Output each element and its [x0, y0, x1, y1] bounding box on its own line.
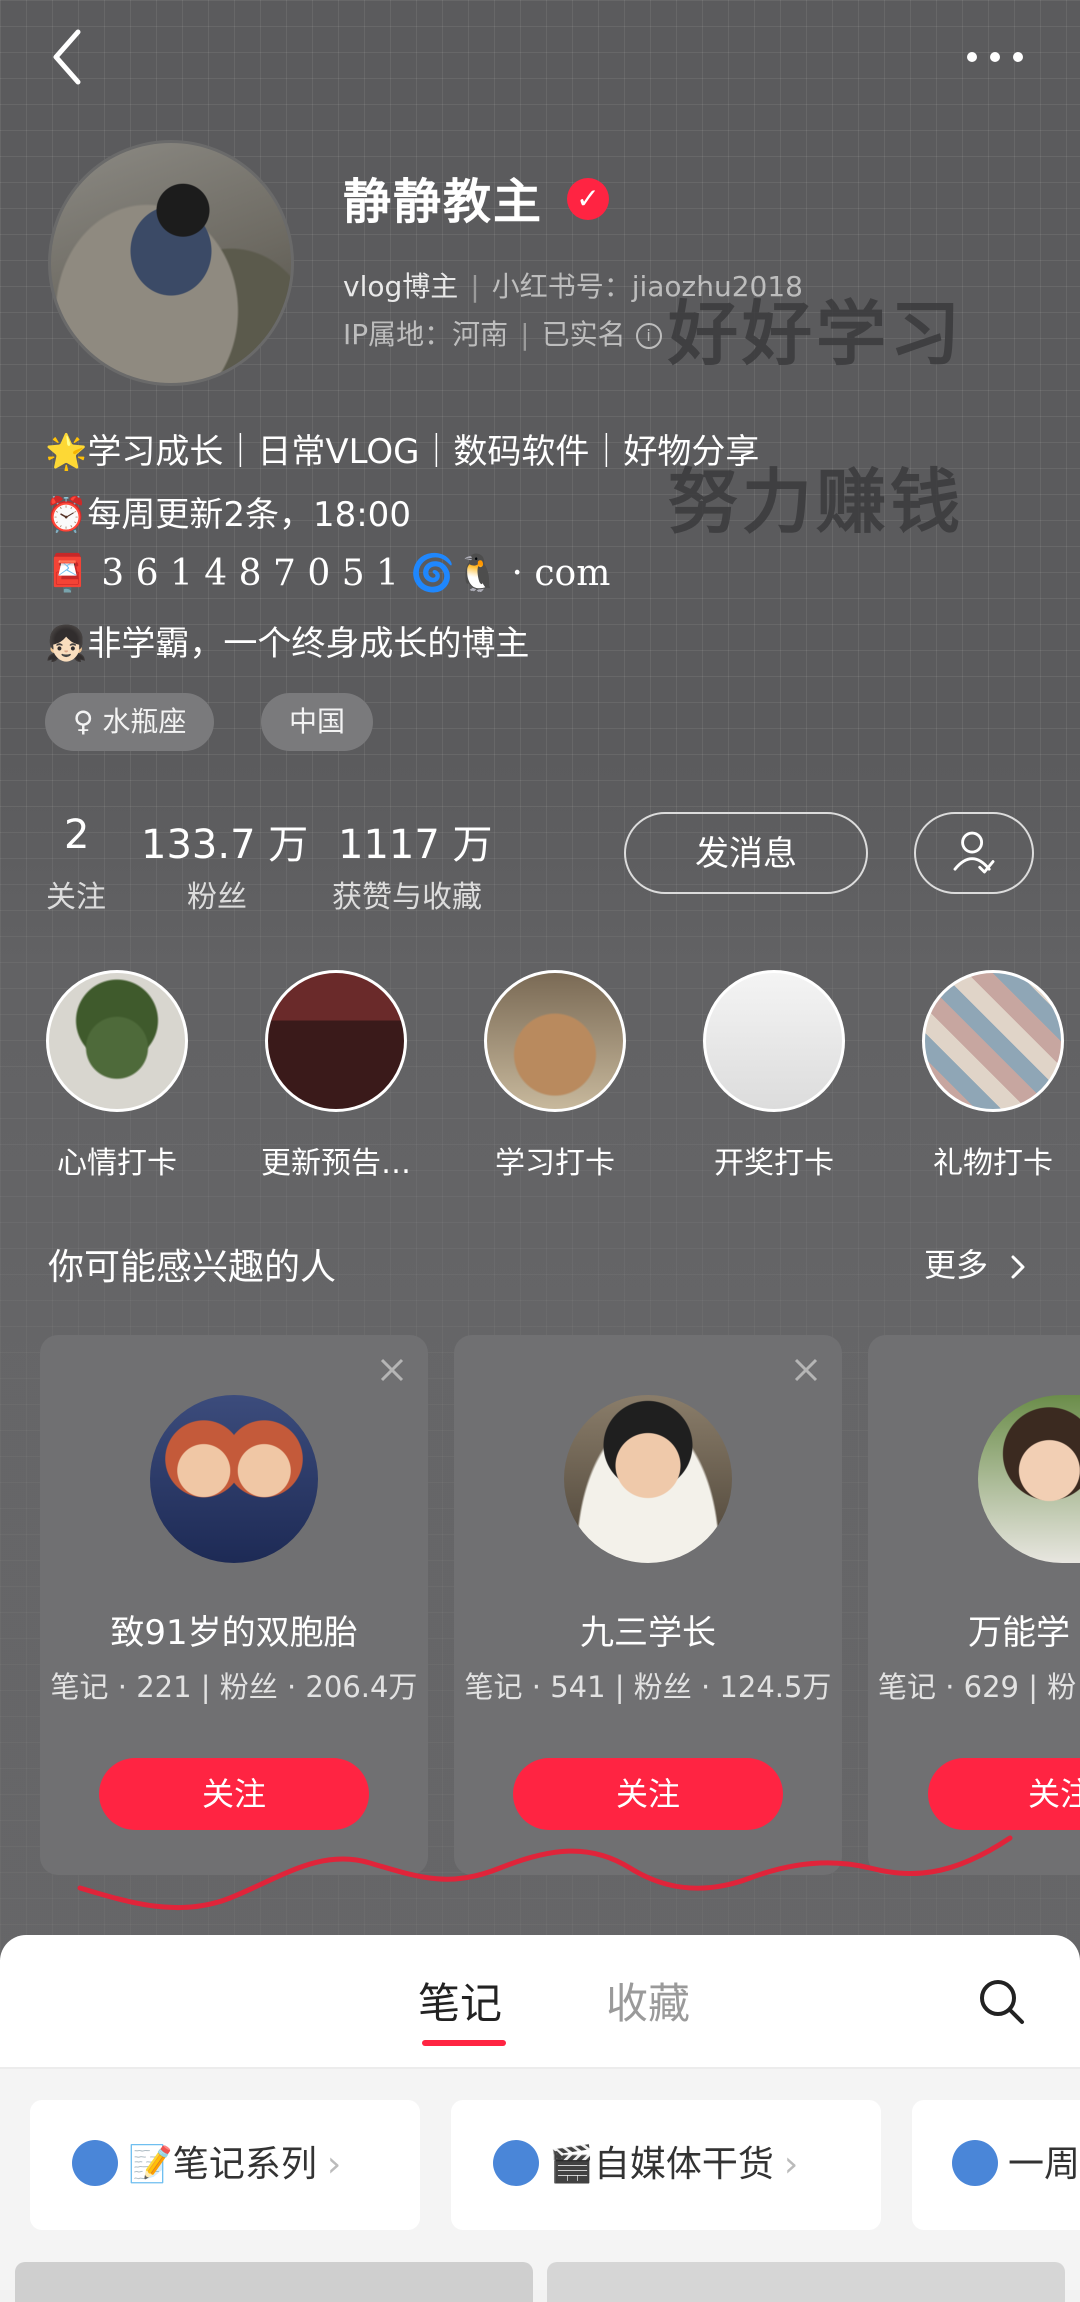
realname-label: 已实名: [541, 318, 626, 351]
bio-line-2: ⏰每周更新2条，18:00: [45, 495, 411, 535]
profile-ip-line: IP属地：河南 | 已实名 i: [343, 313, 662, 353]
highlight-label-preview[interactable]: 更新预告…: [236, 1138, 436, 1182]
note-thumbnail[interactable]: [15, 2262, 533, 2302]
card-name[interactable]: 致91岁的双胞胎: [40, 1605, 428, 1654]
card-name[interactable]: 九三学长: [454, 1605, 842, 1654]
tab-active-indicator: [422, 2040, 506, 2046]
avatar[interactable]: [48, 140, 294, 386]
collection-icon: [952, 2140, 998, 2186]
followers-count[interactable]: 133.7 万: [141, 812, 308, 870]
collection-label: 🎬自媒体干货: [549, 2144, 774, 2185]
red-scribble-decoration: [77, 1835, 1013, 1911]
card-stats: 笔记 · 541 | 粉丝 · 124.5万: [464, 1670, 832, 1704]
recommend-more-link[interactable]: 更多: [924, 1240, 1030, 1286]
profile-name: 静静教主: [343, 174, 544, 230]
highlight-label-mood[interactable]: 心情打卡: [17, 1138, 217, 1182]
tag-zodiac: ♀ 水瓶座: [45, 693, 215, 751]
bio-line-1: 🌟学习成长｜日常VLOG｜数码软件｜好物分享: [45, 432, 760, 472]
chevron-right-icon: [1011, 1255, 1025, 1279]
likes-label[interactable]: 获赞与收藏: [332, 872, 482, 916]
follow-toggle-button[interactable]: [914, 812, 1034, 894]
ip-location: IP属地：河南: [343, 318, 509, 351]
avatar[interactable]: [564, 1395, 732, 1563]
highlight-mood[interactable]: [46, 970, 188, 1112]
highlight-label-gift[interactable]: 礼物打卡: [893, 1138, 1080, 1182]
collection-icon: [493, 2140, 539, 2186]
profile-meta-line: vlog博主 | 小红书号：jiaozhu2018: [343, 270, 803, 303]
collection-item[interactable]: 📝笔记系列 ›: [30, 2100, 420, 2230]
collection-item[interactable]: 🎬自媒体干货 ›: [451, 2100, 881, 2230]
likes-count[interactable]: 1117 万: [338, 812, 493, 870]
verified-check-icon: ✓: [567, 178, 609, 220]
bio-line-4: 👧🏻非学霸，一个终身成长的博主: [45, 624, 530, 664]
highlight-lottery[interactable]: [703, 970, 845, 1112]
close-icon[interactable]: [791, 1355, 821, 1385]
card-stats: 笔记 · 629 | 粉: [878, 1670, 1077, 1704]
recommend-title: 你可能感兴趣的人: [48, 1247, 337, 1288]
note-thumbnail[interactable]: [547, 2262, 1065, 2302]
info-circle-icon[interactable]: i: [635, 323, 662, 349]
message-button[interactable]: 发消息: [624, 812, 868, 894]
following-label[interactable]: 关注: [46, 872, 106, 916]
collection-label: 📝笔记系列: [128, 2144, 317, 2185]
highlight-gift[interactable]: [922, 970, 1064, 1112]
collection-label: 一周: [1008, 2144, 1080, 2185]
collection-icon: [72, 2140, 118, 2186]
search-icon[interactable]: [975, 1975, 1027, 2027]
role-label: vlog博主: [343, 270, 459, 303]
following-count[interactable]: 2: [64, 812, 89, 858]
tab-collections[interactable]: 收藏: [606, 1970, 690, 2031]
close-icon[interactable]: [377, 1355, 407, 1385]
avatar[interactable]: [150, 1395, 318, 1563]
user-check-icon: [953, 831, 995, 874]
tag-country: 中国: [261, 693, 374, 751]
collection-item[interactable]: 一周: [912, 2100, 1080, 2230]
card-stats: 笔记 · 221 | 粉丝 · 206.4万: [50, 1670, 418, 1704]
bio-line-3: 📮 3 6 1 4 8 7 0 5 1 🌀🐧 · com: [45, 553, 611, 594]
highlight-preview[interactable]: [265, 970, 407, 1112]
card-name[interactable]: 万能学: [968, 1605, 1070, 1654]
highlight-study[interactable]: [484, 970, 626, 1112]
xhs-id: 小红书号：jiaozhu2018: [491, 270, 803, 303]
chevron-left-icon[interactable]: [40, 22, 100, 92]
more-dots-icon[interactable]: [960, 42, 1030, 72]
highlight-label-study[interactable]: 学习打卡: [455, 1138, 655, 1182]
more-label: 更多: [924, 1246, 989, 1284]
tab-notes[interactable]: 笔记: [418, 1970, 502, 2031]
highlight-label-lottery[interactable]: 开奖打卡: [674, 1138, 874, 1182]
followers-label[interactable]: 粉丝: [187, 872, 247, 916]
